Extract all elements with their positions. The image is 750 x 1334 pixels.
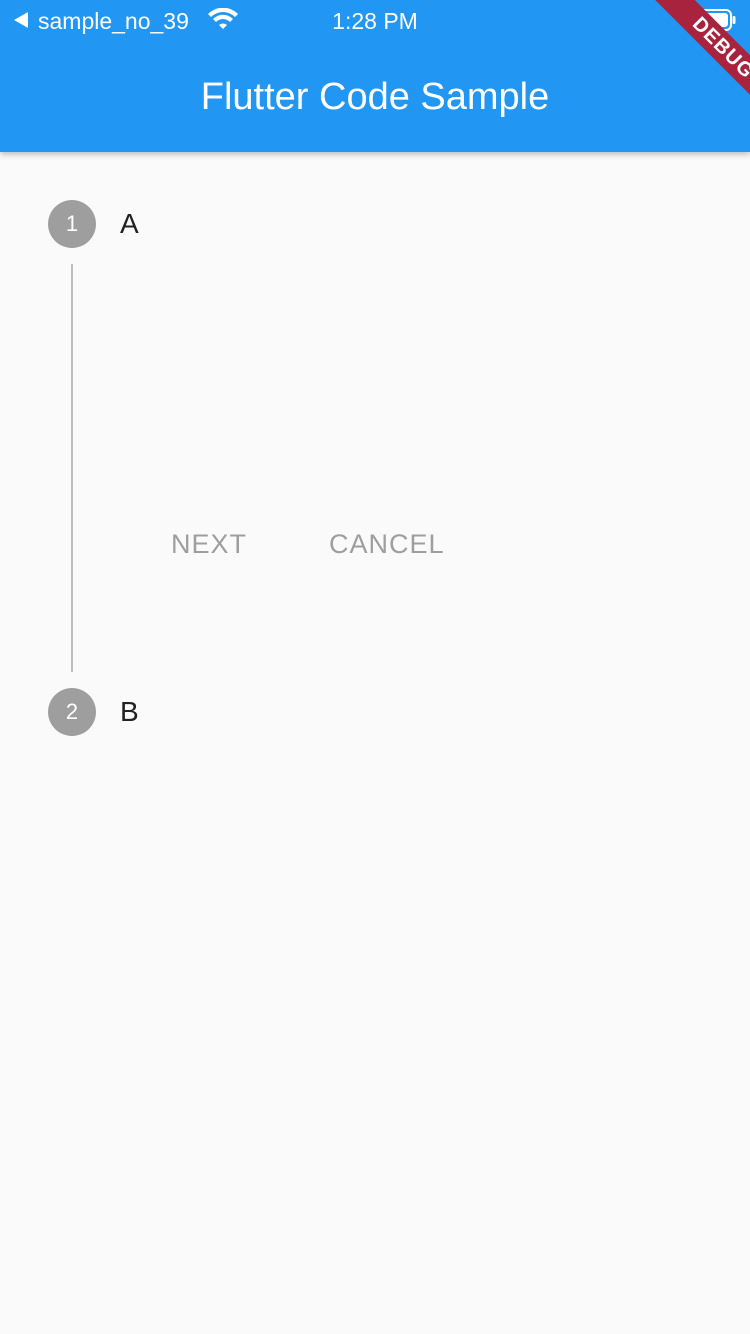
step-connector-line bbox=[71, 264, 73, 672]
stepper: 1 A NEXT CANCEL 2 B bbox=[0, 152, 750, 1334]
next-button[interactable]: NEXT bbox=[155, 516, 263, 572]
page-title: Flutter Code Sample bbox=[200, 76, 550, 118]
step-2-number-badge[interactable]: 2 bbox=[48, 688, 96, 736]
step-1-number-badge[interactable]: 1 bbox=[48, 200, 96, 248]
status-bar: sample_no_39 1:28 PM bbox=[0, 0, 750, 40]
app-bar: sample_no_39 1:28 PM Flutter Code Sample bbox=[0, 0, 750, 152]
cancel-button[interactable]: CANCEL bbox=[313, 516, 461, 572]
step-2-title[interactable]: B bbox=[120, 688, 139, 736]
battery-icon bbox=[692, 9, 736, 31]
step-1-title[interactable]: A bbox=[120, 200, 139, 248]
status-time: 1:28 PM bbox=[332, 8, 418, 34]
